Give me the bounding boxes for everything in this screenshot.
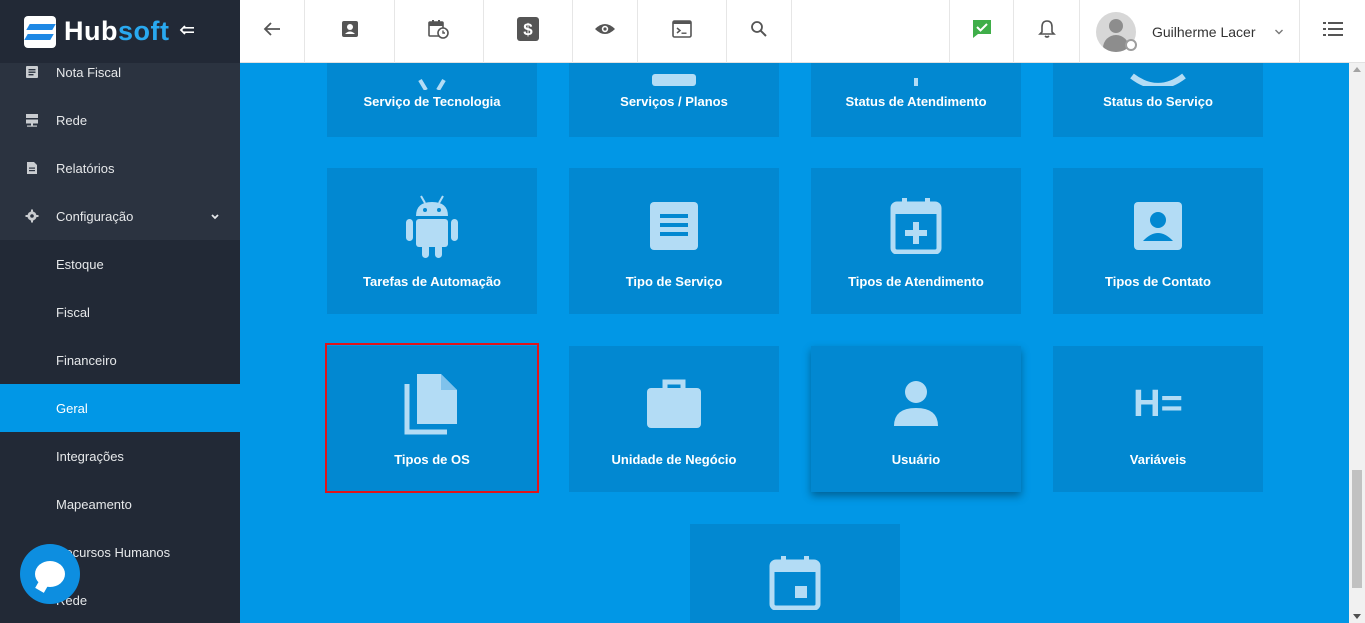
server-icon <box>24 112 40 128</box>
tile-servicos-planos[interactable]: Serviços / Planos <box>569 63 779 137</box>
page-scrollbar[interactable] <box>1349 63 1365 623</box>
tile-label: Variáveis <box>1129 452 1187 467</box>
sidebar-item-label: Estoque <box>56 256 104 272</box>
contact-card-icon <box>341 20 359 43</box>
tile-label: Serviços / Planos <box>620 94 728 109</box>
sidebar-item-label: Financeiro <box>56 352 117 368</box>
logo-bar: Hubsoft <box>0 0 240 63</box>
scroll-down-icon[interactable] <box>1353 614 1361 619</box>
sidebar-item-mapeamento[interactable]: Mapeamento <box>0 480 240 528</box>
calendar-icon <box>690 550 900 614</box>
tile-label: Status de Atendimento <box>845 94 987 109</box>
briefcase-icon <box>569 372 779 436</box>
sidebar-item-label: Relatórios <box>56 160 115 176</box>
back-button[interactable] <box>240 0 305 63</box>
tile-status-do-servico[interactable]: Status do Serviço <box>1053 63 1263 137</box>
tile-tipo-de-servico[interactable]: Tipo de Serviço <box>569 168 779 314</box>
tile-label: Tipo de Serviço <box>625 274 723 289</box>
hubsoft-logo-icon <box>24 15 56 48</box>
tile-tarefas-de-automacao[interactable]: Tarefas de Automação <box>327 168 537 314</box>
tile-usuario[interactable]: Usuário <box>811 346 1021 492</box>
sidebar-item-fiscal[interactable]: Fiscal <box>0 288 240 336</box>
variables-icon: H= <box>1133 382 1183 425</box>
tile-label: Status do Serviço <box>1103 94 1213 109</box>
sidebar-item-rede[interactable]: Rede <box>0 96 240 144</box>
chat-bubble-icon <box>35 561 65 587</box>
file-text-icon <box>24 160 40 176</box>
document-lines-icon <box>569 194 779 258</box>
sidebar-item-configuracao[interactable]: Configuração <box>0 192 240 240</box>
scroll-up-icon[interactable] <box>1353 67 1361 72</box>
sidebar: Nota Fiscal Rede Relatórios Configuração… <box>0 0 240 623</box>
sidebar-item-label: Nota Fiscal <box>56 64 122 80</box>
tile-tipos-de-os[interactable]: Tipos de OS <box>327 346 537 492</box>
scrollbar-thumb[interactable] <box>1352 470 1362 588</box>
copy-file-icon <box>327 372 537 436</box>
sidebar-item-relatorios[interactable]: Relatórios <box>0 144 240 192</box>
calendar-plus-icon <box>811 194 1021 258</box>
svg-text:$: $ <box>523 20 533 39</box>
user-name: Guilherme Lacer <box>1152 23 1256 40</box>
tile-label: Tipos de Atendimento <box>848 274 984 289</box>
tile-label: Tipos de Contato <box>1105 274 1211 289</box>
chevron-down-icon <box>1274 23 1284 41</box>
sidebar-item-estoque[interactable]: Estoque <box>0 240 240 288</box>
tile-label: Tarefas de Automação <box>363 274 501 289</box>
person-icon <box>811 372 1021 436</box>
calendar-clock-icon <box>428 19 450 44</box>
tile-tipos-de-atendimento[interactable]: Tipos de Atendimento <box>811 168 1021 314</box>
gear-icon <box>24 208 40 224</box>
document-icon <box>24 64 40 80</box>
sidebar-item-geral[interactable]: Geral <box>0 384 240 432</box>
tile-calendar[interactable] <box>690 524 900 623</box>
android-icon <box>327 194 537 258</box>
sidebar-item-label: Rede <box>56 112 88 128</box>
sidebar-item-label: Mapeamento <box>56 496 132 512</box>
logo-text: Hubsoft <box>64 16 170 46</box>
sidebar-menu: Nota Fiscal Rede Relatórios Configuração… <box>0 48 240 623</box>
dollar-icon: $ <box>517 17 539 46</box>
main-menu-button[interactable] <box>1300 0 1365 63</box>
tile-unidade-de-negocio[interactable]: Unidade de Negócio <box>569 346 779 492</box>
tile-variaveis[interactable]: H= Variáveis <box>1053 346 1263 492</box>
collapse-sidebar-button[interactable] <box>179 21 195 42</box>
sidebar-item-integracoes[interactable]: Integrações <box>0 432 240 480</box>
tile-label: Serviço de Tecnologia <box>363 94 501 109</box>
tile-label: Unidade de Negócio <box>611 452 737 467</box>
sidebar-item-label: Integrações <box>56 448 124 464</box>
chat-widget-button[interactable] <box>20 544 80 604</box>
contact-card-icon <box>1053 194 1263 258</box>
arrow-left-icon <box>263 21 281 42</box>
sidebar-item-label: Geral <box>56 400 88 416</box>
tile-tipos-de-contato[interactable]: Tipos de Contato <box>1053 168 1263 314</box>
sidebar-item-label: Configuração <box>56 208 134 224</box>
tile-status-de-atendimento[interactable]: Status de Atendimento <box>811 63 1021 137</box>
tile-label: Usuário <box>891 452 941 467</box>
tile-label: Tipos de OS <box>394 452 470 467</box>
tile-servico-de-tecnologia[interactable]: Serviço de Tecnologia <box>327 63 537 137</box>
sidebar-item-financeiro[interactable]: Financeiro <box>0 336 240 384</box>
sidebar-item-label: Fiscal <box>56 304 90 320</box>
chevron-down-icon <box>210 210 220 225</box>
menu-list-icon <box>1322 21 1343 42</box>
